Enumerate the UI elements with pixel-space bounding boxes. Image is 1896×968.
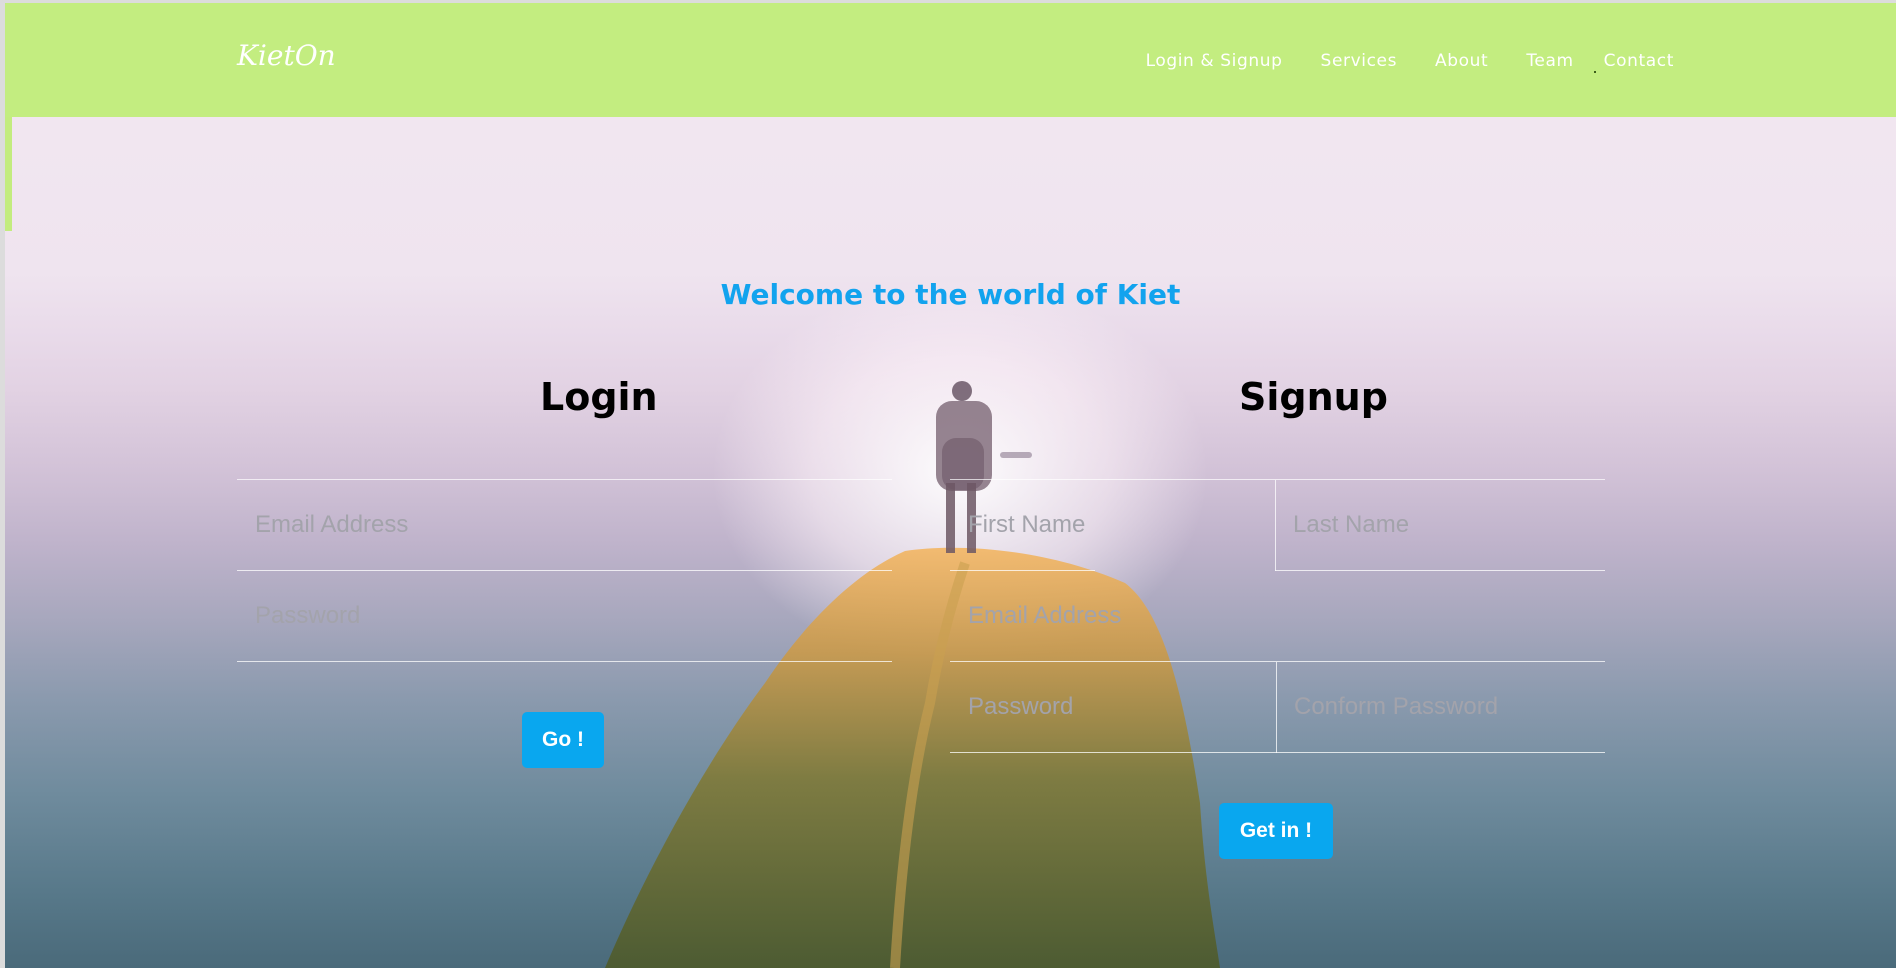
nav-item-contact[interactable]: Contact <box>1604 51 1674 73</box>
signup-confirm-input[interactable] <box>1276 662 1605 752</box>
signup-email-field[interactable] <box>950 571 1605 662</box>
page: KietOn Login & Signup Services About Tea… <box>5 3 1896 968</box>
nav-item-about[interactable]: About <box>1435 51 1488 73</box>
signup-get-in-button[interactable]: Get in ! <box>1219 803 1333 859</box>
navbar: KietOn Login & Signup Services About Tea… <box>5 3 1896 117</box>
nav-dot <box>1593 71 1596 73</box>
signup-password-field[interactable] <box>950 662 1276 753</box>
side-accent <box>5 101 12 231</box>
nav-menu: Login & Signup Services About Team Conta… <box>1108 51 1674 73</box>
signup-confirm-field[interactable] <box>1276 662 1605 753</box>
nav-item-team[interactable]: Team <box>1526 51 1573 73</box>
signup-password-divider <box>1276 662 1277 753</box>
login-email-input[interactable] <box>237 480 892 570</box>
login-password-input[interactable] <box>237 571 892 661</box>
login-password-field[interactable] <box>237 571 892 662</box>
login-email-field[interactable] <box>237 480 892 571</box>
nav-item-services[interactable]: Services <box>1321 51 1398 73</box>
login-title: Login <box>540 375 658 419</box>
signup-first-name-field[interactable] <box>950 480 1280 571</box>
signup-title: Signup <box>1239 375 1388 419</box>
nav-item-login-signup[interactable]: Login & Signup <box>1146 51 1283 73</box>
signup-last-name-input[interactable] <box>1275 480 1605 570</box>
signup-email-input[interactable] <box>950 571 1605 661</box>
signup-first-name-input[interactable] <box>950 480 1280 570</box>
login-go-button[interactable]: Go ! <box>522 712 604 768</box>
brand-logo[interactable]: KietOn <box>237 39 336 72</box>
signup-name-divider <box>1275 480 1276 571</box>
signup-last-name-field[interactable] <box>1275 480 1605 571</box>
welcome-heading: Welcome to the world of Kiet <box>720 278 1181 311</box>
signup-password-input[interactable] <box>950 662 1276 752</box>
